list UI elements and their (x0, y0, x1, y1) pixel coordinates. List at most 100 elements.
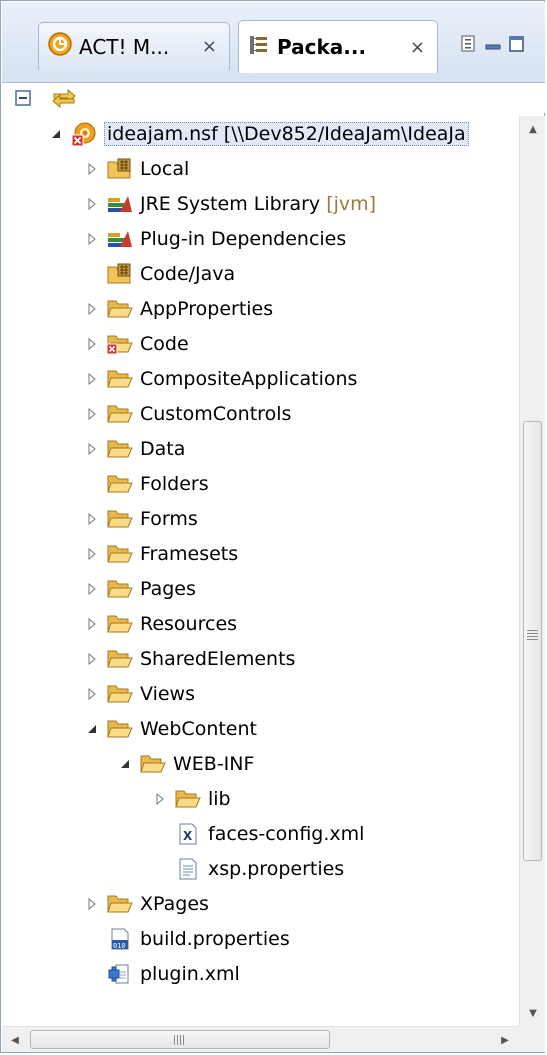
expanded-arrow-icon[interactable] (46, 129, 66, 139)
scrollbar-corner (519, 1026, 545, 1052)
tab-act-m[interactable]: ACT! M... × (38, 22, 230, 70)
folder-icon (174, 787, 202, 811)
tree-item-compositeapplications[interactable]: CompositeApplications (2, 361, 519, 396)
tree-item-build-properties[interactable]: 010 build.properties (2, 921, 519, 956)
source-folder-icon (106, 262, 134, 286)
collapsed-arrow-icon[interactable] (82, 897, 102, 910)
collapsed-arrow-icon[interactable] (82, 232, 102, 245)
folder-icon (106, 542, 134, 566)
tree-item-xsp-properties[interactable]: xsp.properties (2, 851, 519, 886)
collapsed-arrow-icon[interactable] (82, 582, 102, 595)
tree-item-label: Code (140, 332, 189, 355)
tree-item-label: Resources (140, 612, 238, 635)
collapsed-arrow-icon[interactable] (82, 197, 102, 210)
tree-item-label: Pages (140, 577, 196, 600)
collapsed-arrow-icon[interactable] (82, 302, 102, 315)
scroll-right-arrow-icon[interactable]: ▶ (492, 1027, 518, 1053)
vertical-scrollbar[interactable]: ▲ ▼ (519, 116, 545, 1026)
scroll-left-arrow-icon[interactable]: ◀ (2, 1027, 28, 1053)
tree-item-lib[interactable]: lib (2, 781, 519, 816)
tree-item-forms[interactable]: Forms (2, 501, 519, 536)
link-with-editor-icon[interactable] (50, 85, 76, 111)
tree-item-local[interactable]: Local (2, 151, 519, 186)
collapse-all-icon[interactable] (12, 85, 38, 111)
tree-item-jre-system-library[interactable]: JRE System Library [jvm] (2, 186, 519, 221)
folder-icon (106, 682, 134, 706)
collapsed-arrow-icon[interactable] (82, 337, 102, 350)
tree-item-sharedelements[interactable]: SharedElements (2, 641, 519, 676)
minimize-icon[interactable] (484, 34, 502, 59)
tree-item-plug-in-dependencies[interactable]: Plug-in Dependencies (2, 221, 519, 256)
tree-item-customcontrols[interactable]: CustomControls (2, 396, 519, 431)
library-icon (106, 192, 134, 216)
view-toolbar (2, 83, 545, 113)
tree-item-views[interactable]: Views (2, 676, 519, 711)
tree-item-label: Framesets (140, 542, 239, 565)
folder-icon (106, 577, 134, 601)
tree-item-label: WEB-INF (173, 752, 255, 775)
tree-item-pages[interactable]: Pages (2, 571, 519, 606)
tab-label: Packa... (277, 35, 367, 59)
view-controls (460, 34, 526, 59)
maximize-icon[interactable] (508, 34, 526, 59)
tree-item-label: WebContent (140, 717, 257, 740)
tree-item-faces-config-xml[interactable]: X faces-config.xml (2, 816, 519, 851)
tab-package-explorer[interactable]: Packa... × (238, 20, 438, 73)
collapsed-arrow-icon[interactable] (82, 162, 102, 175)
folder-icon (139, 752, 167, 776)
tree-item-resources[interactable]: Resources (2, 606, 519, 641)
vertical-scroll-thumb[interactable] (523, 421, 542, 861)
folder-icon (106, 367, 134, 391)
tree-item-ideajam-nsf[interactable]: ideajam.nsf [\\Dev852/IdeaJam\IdeaJa (2, 116, 519, 151)
collapsed-arrow-icon[interactable] (82, 617, 102, 630)
tree-item-label: Plug-in Dependencies (140, 227, 347, 250)
svg-text:010: 010 (113, 942, 126, 950)
tree-item-label: CompositeApplications (140, 367, 358, 390)
scroll-grip-icon (527, 630, 538, 640)
tree-item-label: JRE System Library (140, 192, 321, 215)
horizontal-scrollbar[interactable]: ◀ ▶ (2, 1026, 519, 1052)
folder-icon (106, 472, 134, 496)
tree-item-web-inf[interactable]: WEB-INF (2, 746, 519, 781)
package-explorer-view: ACT! M... × Packa... × ideajam.nsf [\\De… (0, 0, 545, 1053)
text-file-icon (174, 857, 202, 881)
collapsed-arrow-icon[interactable] (82, 372, 102, 385)
tree-item-xpages[interactable]: XPages (2, 886, 519, 921)
collapsed-arrow-icon[interactable] (82, 652, 102, 665)
tree-item-label: plugin.xml (140, 962, 240, 985)
view-menu-icon[interactable] (460, 34, 478, 59)
svg-text:X: X (183, 829, 193, 843)
tree-item-label: ideajam.nsf [\\Dev852/IdeaJam\IdeaJa (104, 121, 469, 146)
horizontal-scroll-thumb[interactable] (30, 1030, 330, 1049)
scroll-grip-icon (174, 1035, 184, 1045)
folder-icon (106, 717, 134, 741)
close-icon[interactable]: × (410, 37, 425, 58)
tab-label: ACT! M... (79, 34, 170, 59)
tree-item-appproperties[interactable]: AppProperties (2, 291, 519, 326)
folder-icon (106, 612, 134, 636)
tree-item-label: XPages (140, 892, 209, 915)
scroll-up-arrow-icon[interactable]: ▲ (520, 116, 546, 142)
domino-designer-icon (47, 31, 73, 62)
expanded-arrow-icon[interactable] (115, 759, 135, 769)
source-folder-icon (106, 157, 134, 181)
collapsed-arrow-icon[interactable] (150, 792, 170, 805)
tree-item-code-java[interactable]: Code/Java (2, 256, 519, 291)
tree-item-label: SharedElements (140, 647, 296, 670)
collapsed-arrow-icon[interactable] (82, 687, 102, 700)
tree-item-webcontent[interactable]: WebContent (2, 711, 519, 746)
tree-item-folders[interactable]: Folders (2, 466, 519, 501)
scroll-down-arrow-icon[interactable]: ▼ (520, 1000, 546, 1026)
expanded-arrow-icon[interactable] (82, 724, 102, 734)
tree-item-label: Folders (140, 472, 209, 495)
tree-item-label: AppProperties (140, 297, 274, 320)
collapsed-arrow-icon[interactable] (82, 407, 102, 420)
tree-item-data[interactable]: Data (2, 431, 519, 466)
tree-item-code[interactable]: Code (2, 326, 519, 361)
tree-item-plugin-xml[interactable]: plugin.xml (2, 956, 519, 991)
collapsed-arrow-icon[interactable] (82, 442, 102, 455)
collapsed-arrow-icon[interactable] (82, 547, 102, 560)
tree-item-framesets[interactable]: Framesets (2, 536, 519, 571)
close-icon[interactable]: × (202, 36, 217, 57)
collapsed-arrow-icon[interactable] (82, 512, 102, 525)
